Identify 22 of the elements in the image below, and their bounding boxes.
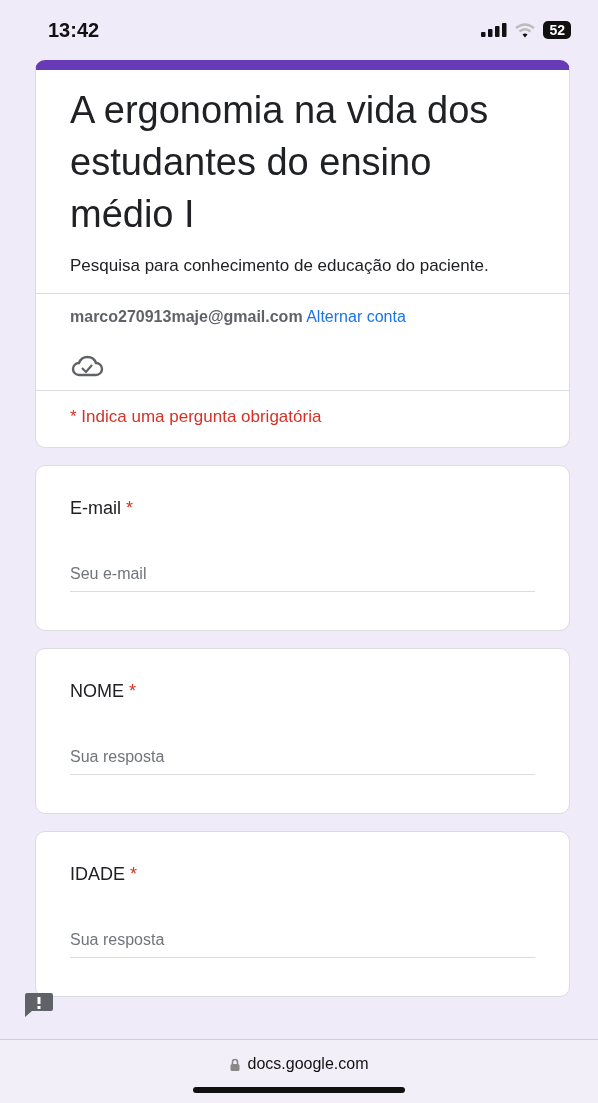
answer-field[interactable]: Seu e-mail (70, 559, 535, 592)
form-description: Pesquisa para conhecimento de educação do paciente. (70, 255, 490, 277)
answer-field[interactable]: Sua resposta (70, 925, 535, 958)
required-asterisk: * (126, 498, 134, 518)
signal-icon (481, 23, 508, 37)
wifi-icon (515, 22, 536, 38)
switch-account-link[interactable]: Alternar conta (306, 308, 406, 325)
account-email: marco270913maje@gmail.com (70, 308, 303, 325)
form-title: A ergonomia na vida dos estudantes do ensino médio I (70, 88, 490, 237)
battery-indicator: 52 (543, 21, 571, 39)
cloud-saved-icon (70, 354, 104, 378)
status-time: 13:42 (48, 18, 100, 42)
question-label: IDADE (70, 864, 125, 884)
feedback-icon[interactable] (24, 992, 54, 1018)
url-text[interactable]: docs.google.com (247, 1055, 369, 1073)
question-label: NOME (70, 681, 124, 701)
required-note: * Indica uma pergunta obrigatória (69, 406, 323, 428)
required-asterisk: * (130, 864, 138, 884)
required-asterisk: * (129, 681, 137, 701)
lock-icon (229, 1057, 240, 1071)
question-label: E-mail (70, 498, 121, 518)
answer-field[interactable]: Sua resposta (70, 742, 535, 775)
